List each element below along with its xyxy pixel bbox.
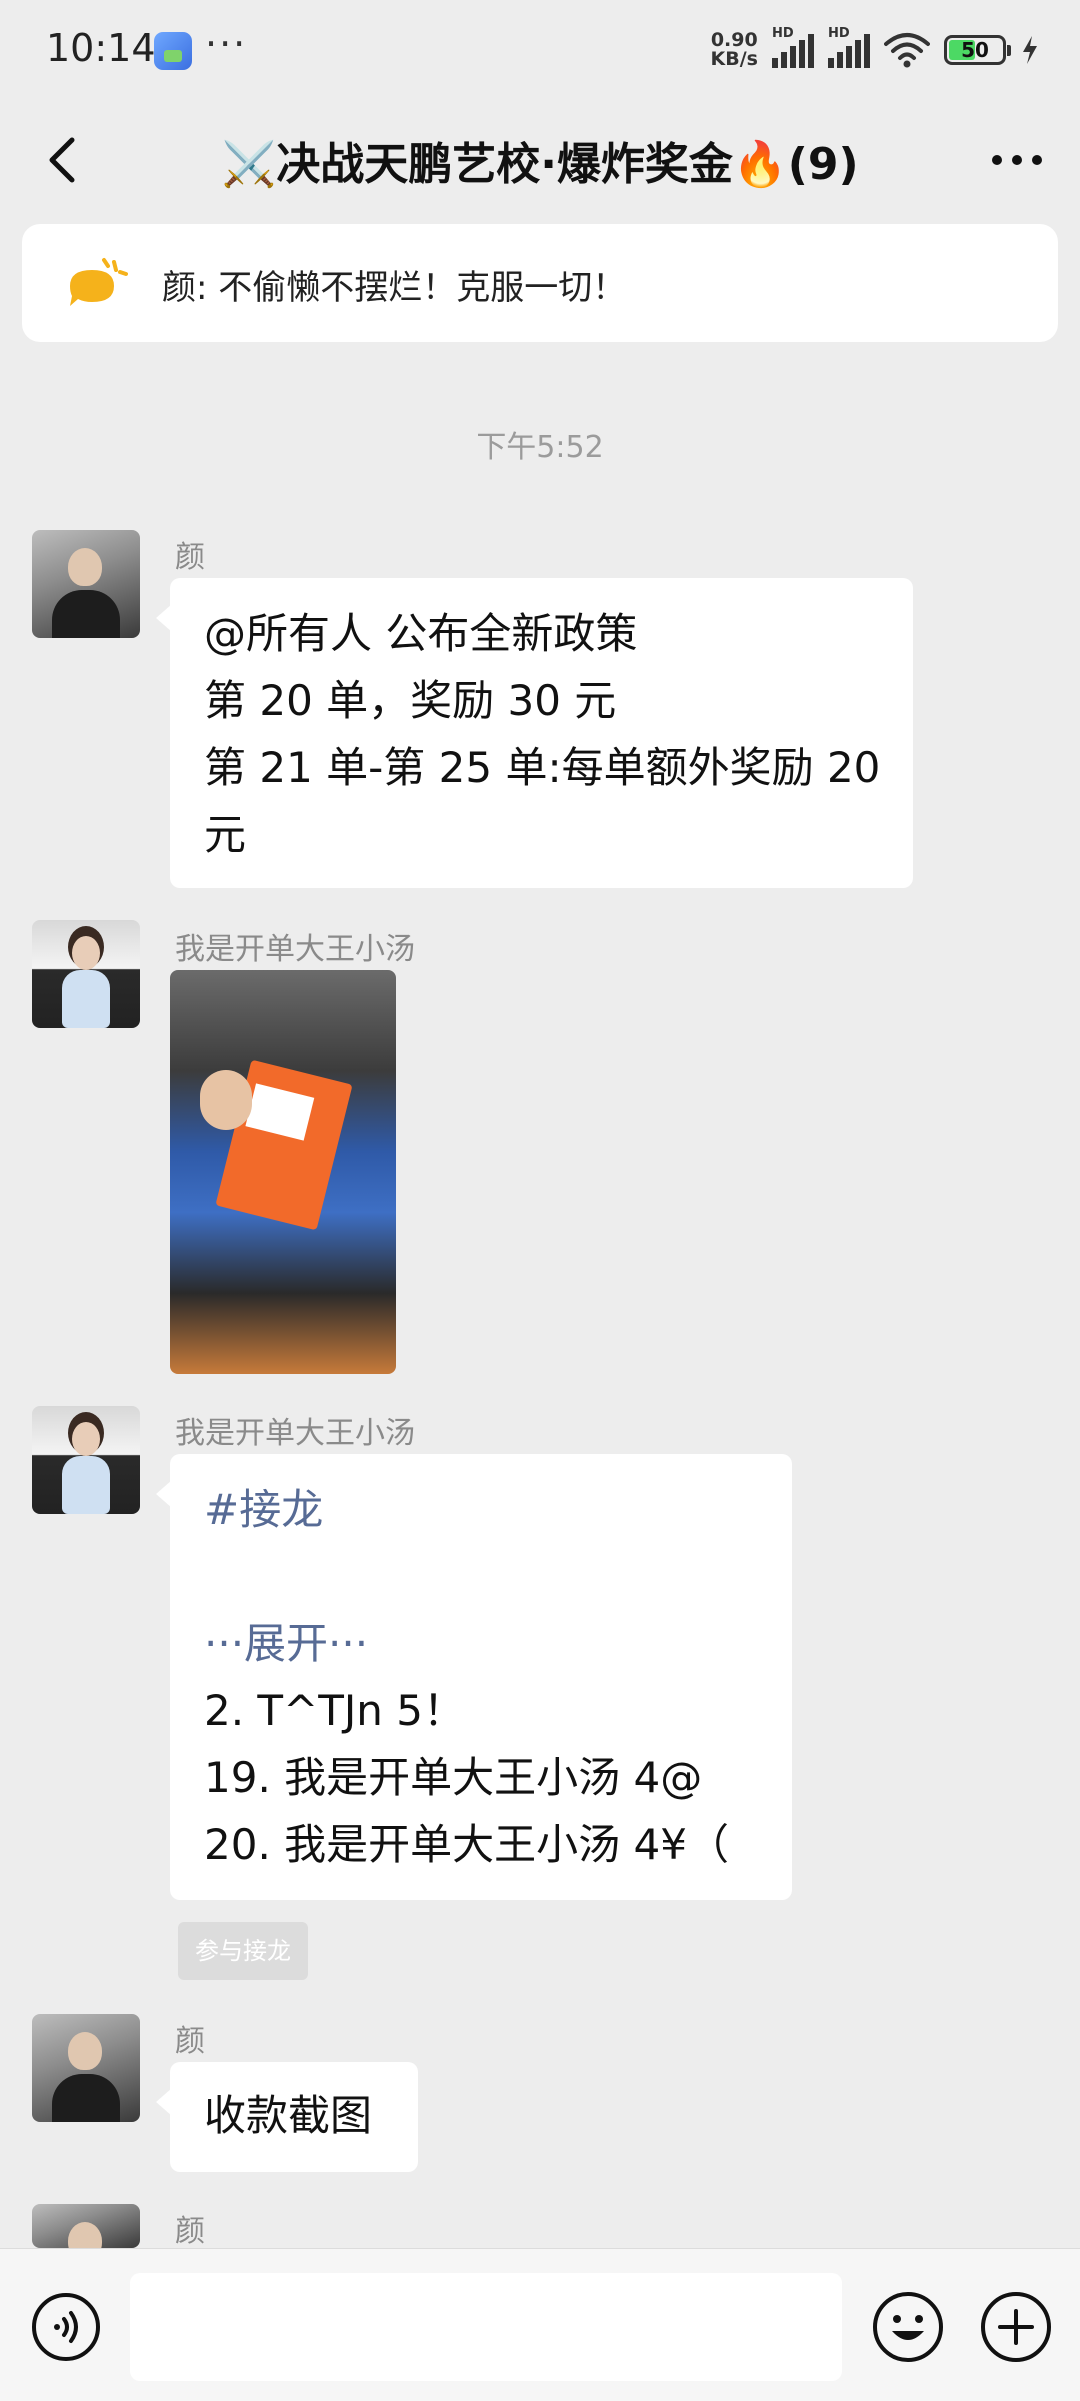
nav-bar: ⚔️决战天鹏艺校·爆炸奖金🔥(9) — [0, 100, 1080, 220]
more-notifications-icon: ··· — [205, 22, 248, 66]
message-timestamp: 下午5:52 — [476, 430, 604, 465]
avatar[interactable] — [32, 2014, 140, 2122]
emoji-icon[interactable] — [870, 2289, 946, 2365]
battery-level: 50 — [961, 38, 989, 62]
sender-name: 颜 — [175, 2214, 205, 2249]
avatar[interactable] — [32, 2204, 140, 2248]
message-line: 收款截图 — [204, 2091, 373, 2140]
message-line: 20. 我是开单大王小汤 4¥（ — [204, 1820, 729, 1869]
message-line: @所有人 公布全新政策 — [204, 609, 638, 658]
charging-icon — [1023, 36, 1037, 64]
solitaire-hashtag[interactable]: #接龙 — [204, 1476, 758, 1543]
avatar[interactable] — [32, 920, 140, 1028]
message-line: 19. 我是开单大王小汤 4@ — [204, 1753, 703, 1802]
network-speed-unit: KB/s — [710, 48, 758, 70]
gallery-app-icon — [154, 32, 192, 70]
message-line: 第 20 单，奖励 30 元 — [204, 676, 617, 725]
plus-icon[interactable] — [978, 2289, 1054, 2365]
chat-title: ⚔️决战天鹏艺校·爆炸奖金🔥(9) — [221, 139, 859, 190]
expand-link[interactable]: ···展开··· — [204, 1610, 758, 1677]
hd-label-2: HD — [828, 26, 850, 41]
status-time: 10:14 — [46, 26, 156, 70]
signal-icon: HD — [772, 26, 814, 68]
status-indicators: 0.90 KB/s HD HD 50 — [711, 26, 1040, 72]
more-options-icon[interactable] — [982, 130, 1052, 190]
input-bar — [0, 2248, 1080, 2401]
avatar[interactable] — [32, 530, 140, 638]
voice-input-icon[interactable] — [30, 2291, 102, 2363]
join-solitaire-button[interactable]: 参与接龙 — [178, 1922, 308, 1980]
notice-text: 颜: 不偷懒不摆烂！克服一切！ — [162, 268, 627, 308]
message-bubble[interactable]: 收款截图 — [156, 2062, 418, 2172]
pinned-notice[interactable]: 颜: 不偷懒不摆烂！克服一切！ — [22, 224, 1058, 342]
speech-bubble-icon — [70, 258, 128, 306]
photo-hand — [200, 1070, 252, 1130]
message-line-blank — [204, 1543, 758, 1610]
message-input[interactable] — [130, 2273, 842, 2381]
wifi-icon — [884, 33, 930, 68]
message-line: 第 21 单-第 25 单:每单额外奖励 20 — [204, 743, 881, 792]
back-icon[interactable] — [34, 130, 94, 190]
network-speed: 0.90 KB/s — [711, 31, 758, 69]
signal-icon-2: HD — [828, 26, 870, 68]
message-line: 元 — [204, 810, 247, 859]
image-message[interactable] — [170, 970, 396, 1374]
message-line: 2. T^TJn 5！ — [204, 1686, 466, 1735]
sender-name: 颜 — [175, 2024, 205, 2059]
solitaire-message-bubble[interactable]: #接龙 ···展开··· 2. T^TJn 5！ 19. 我是开单大王小汤 4@… — [156, 1454, 792, 1900]
status-bar: 10:14 ··· 0.90 KB/s HD HD 50 — [0, 0, 1080, 100]
avatar[interactable] — [32, 1406, 140, 1514]
sender-name: 我是开单大王小汤 — [175, 1416, 415, 1451]
message-bubble[interactable]: @所有人 公布全新政策 第 20 单，奖励 30 元 第 21 单-第 25 单… — [156, 578, 913, 888]
sender-name: 我是开单大王小汤 — [175, 932, 415, 967]
hd-label: HD — [772, 26, 794, 41]
battery-icon: 50 — [944, 35, 1011, 65]
sender-name: 颜 — [175, 540, 205, 575]
